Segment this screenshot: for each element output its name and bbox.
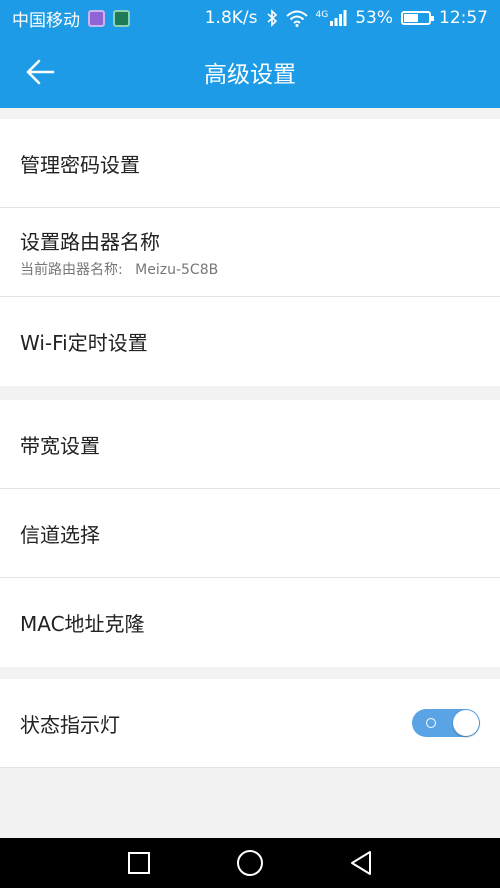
system-nav-bar <box>0 838 500 888</box>
carrier-name: 中国移动 <box>12 10 80 31</box>
current-router-name: 当前路由器名称: Meizu-5C8B <box>20 259 500 279</box>
clock: 12:57 <box>439 8 488 28</box>
settings-group-1: 管理密码设置 设置路由器名称 当前路由器名称: Meizu-5C8B Wi-Fi… <box>0 119 500 386</box>
settings-group-2: 带宽设置 信道选择 MAC地址克隆 <box>0 400 500 667</box>
admin-password-setting[interactable]: 管理密码设置 <box>0 119 500 208</box>
net-speed: 1.8K/s <box>204 8 258 28</box>
bluetooth-icon <box>266 9 277 27</box>
shield-notification-icon <box>113 9 130 27</box>
channel-selection[interactable]: 信道选择 <box>0 489 500 578</box>
battery-icon <box>401 11 434 25</box>
router-name-label: 当前路由器名称: <box>20 261 123 278</box>
row-title: 管理密码设置 <box>20 152 140 177</box>
toggle-knob <box>453 710 479 736</box>
status-indicator-setting: 状态指示灯 <box>0 679 500 768</box>
page-title: 高级设置 <box>204 62 296 88</box>
status-indicator-toggle[interactable] <box>412 709 480 737</box>
wifi-timer-setting[interactable]: Wi-Fi定时设置 <box>0 297 500 386</box>
status-bar: 中国移动 1.8K/s 4G 53% 12:57 <box>0 0 500 36</box>
settings-group-3: 状态指示灯 <box>0 679 500 768</box>
square-icon <box>128 852 150 874</box>
bandwidth-setting[interactable]: 带宽设置 <box>0 400 500 489</box>
back-button[interactable] <box>20 54 60 90</box>
row-title: Wi-Fi定时设置 <box>20 331 148 355</box>
app-notification-icon <box>88 9 105 27</box>
toggle-on-mark-icon <box>426 718 436 728</box>
row-title: 设置路由器名称 <box>20 229 160 254</box>
battery-percent: 53% <box>355 8 393 28</box>
mac-clone-setting[interactable]: MAC地址克隆 <box>0 578 500 667</box>
back-nav-button[interactable] <box>306 838 417 888</box>
circle-icon <box>237 850 263 876</box>
app-bar: 高级设置 <box>0 36 500 108</box>
wifi-icon <box>285 10 308 27</box>
arrow-left-icon <box>26 59 55 85</box>
row-title: MAC地址克隆 <box>20 612 145 636</box>
triangle-back-icon <box>351 851 371 875</box>
row-title: 带宽设置 <box>20 433 100 458</box>
home-button[interactable] <box>195 838 306 888</box>
signal-icon <box>330 10 347 26</box>
router-name-setting[interactable]: 设置路由器名称 当前路由器名称: Meizu-5C8B <box>0 208 500 297</box>
network-type: 4G <box>315 10 329 20</box>
row-title: 信道选择 <box>20 522 100 547</box>
router-name-value: Meizu-5C8B <box>135 261 219 278</box>
recent-apps-button[interactable] <box>84 838 195 888</box>
